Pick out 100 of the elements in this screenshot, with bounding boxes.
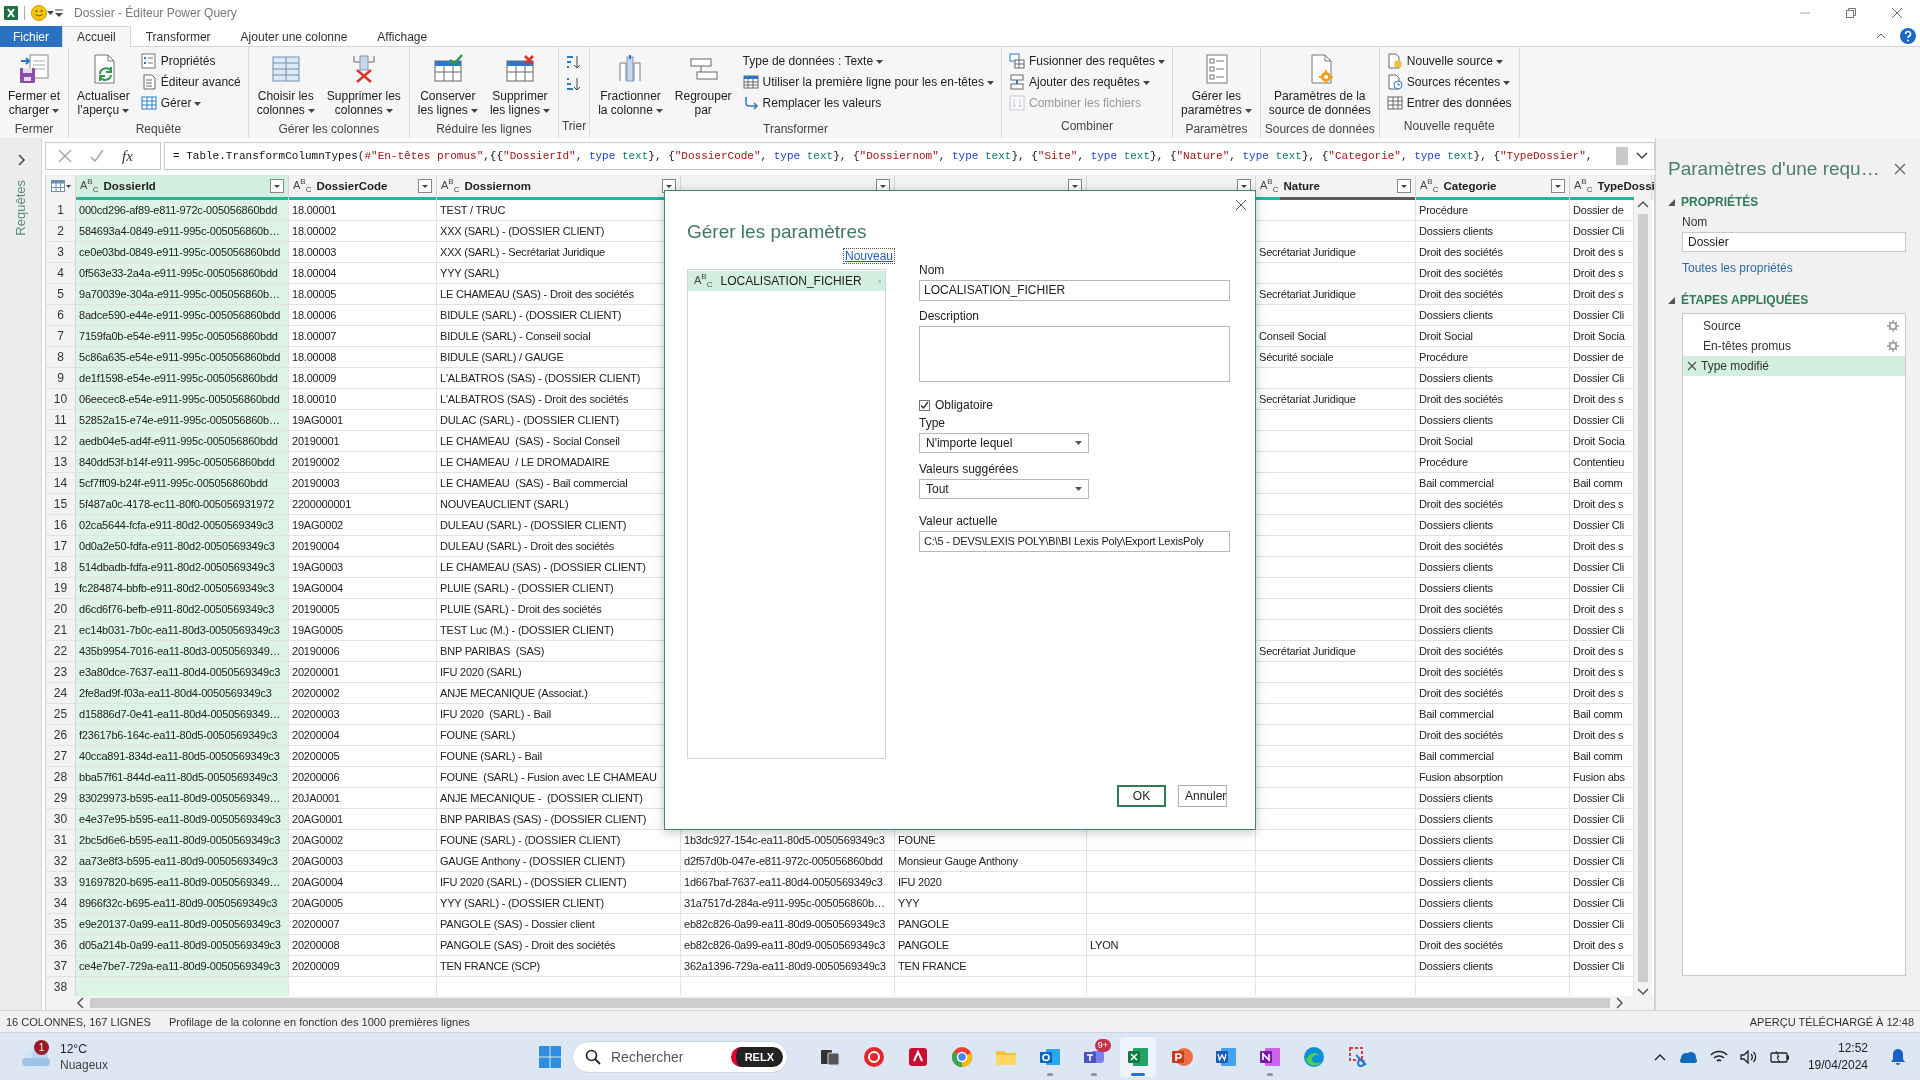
applied-step[interactable]: En-têtes promus (1683, 336, 1905, 356)
expand-icon[interactable] (1636, 152, 1648, 160)
ribbon-button[interactable]: Supprimer les lignes (484, 50, 555, 120)
dropdown[interactable]: Tout (919, 479, 1089, 499)
help-icon[interactable] (1900, 28, 1916, 44)
ok-button[interactable]: OK (1117, 785, 1166, 807)
ribbon-button[interactable]: Éditeur avancé (136, 72, 245, 92)
ribbon-tab[interactable]: Transformer (130, 26, 226, 47)
ribbon-button[interactable]: Nouvelle source (1382, 51, 1516, 71)
table-cell: eb82c826-0a99-ea11-80d9-0050569349c3 (681, 935, 895, 956)
scroll-up-icon[interactable] (1637, 200, 1649, 208)
insert-function-button[interactable]: fx (122, 147, 133, 165)
expanded-icon[interactable] (1668, 296, 1675, 304)
column-header[interactable]: A$^{B}$$_{C}$ DossierId (76, 175, 288, 197)
chevron-icon[interactable] (15, 154, 26, 166)
ribbon-tab[interactable]: Fichier (0, 26, 62, 47)
scrollbar-thumb[interactable] (1638, 214, 1648, 982)
table-cell: 20200006 (289, 767, 437, 788)
taskbar-app-button[interactable] (1120, 1037, 1156, 1077)
ribbon-button[interactable]: Utiliser la première ligne pour les en-têtes (738, 72, 998, 92)
scrollbar-thumb[interactable] (1616, 147, 1628, 165)
scroll-left-icon[interactable] (76, 997, 84, 1009)
scrollbar-thumb[interactable] (90, 998, 1610, 1008)
ribbon-button[interactable]: Propriétés (136, 51, 245, 71)
taskbar-app-button[interactable]: 9+ (1076, 1037, 1112, 1077)
ribbon-button[interactable]: Regrouper par (669, 50, 737, 120)
weather-condition[interactable]: Nuageux (60, 1057, 109, 1073)
ribbon-button[interactable]: Sources récentes (1382, 72, 1516, 92)
ribbon-tab[interactable]: Ajouter une colonne (225, 26, 363, 47)
table-cell: Procédure (1416, 452, 1570, 473)
table-cell: 5cf7ff09-b24f-e911-995c-005056860bdd (76, 473, 289, 494)
applied-step[interactable]: Source (1683, 316, 1905, 336)
dropdown[interactable]: N'importe lequel (919, 433, 1089, 453)
customize-toolbar-icon[interactable] (54, 8, 64, 18)
input-field[interactable]: Dossier (1682, 232, 1906, 252)
filter-dropdown-icon[interactable] (270, 179, 284, 193)
check-icon[interactable] (90, 149, 104, 163)
cancel-button[interactable]: Annuler (1178, 785, 1227, 807)
notification-bell-icon[interactable] (1890, 1048, 1906, 1066)
formula-text[interactable]: = Table.TransformColumnTypes(#"En-têtes promus",{{"DossierId", type text}, {"DossierCode", type text}, {"Dossiernom", type text}, {"Site", type text}, {"Nature", type text}, {"Categorie", type text}, {"TypeDossier", (173, 150, 1616, 162)
expanded-icon[interactable] (1668, 198, 1675, 206)
close-icon[interactable] (1235, 199, 1247, 211)
battery-icon[interactable] (1769, 1050, 1790, 1064)
ribbon-button[interactable]: Actualiser l'aperçu (72, 50, 135, 120)
restore-icon[interactable] (1846, 8, 1856, 18)
all-properties-link[interactable]: Toutes les propriétés (1682, 261, 1906, 275)
ribbon-group-label: Fermer (13, 121, 55, 138)
ribbon-button[interactable]: Remplacer les valeurs (738, 93, 998, 113)
start-icon[interactable] (538, 1045, 562, 1069)
ribbon-button[interactable]: Fractionner la colonne (593, 50, 668, 120)
cloud-icon[interactable] (1677, 1050, 1698, 1064)
section-heading[interactable]: ÉTAPES APPLIQUÉES (1681, 293, 1809, 307)
caret-icon (52, 108, 60, 113)
close-icon[interactable] (1892, 8, 1902, 18)
clock-date[interactable]: 19/04/2024 (1807, 1057, 1868, 1074)
volume-icon[interactable] (1739, 1050, 1758, 1064)
applied-step[interactable]: Type modifié (1683, 356, 1905, 376)
gear-icon[interactable] (1887, 340, 1899, 352)
ribbon-button[interactable]: Choisir les colonnes (251, 50, 320, 120)
input-field[interactable]: LOCALISATION_FICHIER (919, 280, 1230, 301)
collapse-ribbon-icon[interactable] (1876, 33, 1886, 39)
section-heading[interactable]: PROPRIÉTÉS (1681, 195, 1759, 209)
scroll-right-icon[interactable] (1616, 997, 1624, 1009)
ribbon-button[interactable]: Gérer (136, 93, 245, 113)
table-cell: 5c86a635-e54e-e911-995c-005056860bdd (76, 347, 289, 368)
scroll-down-icon[interactable] (1637, 988, 1649, 996)
formula-field[interactable] (164, 142, 1655, 170)
ribbon-button[interactable]: Gérer les paramètres (1176, 50, 1257, 120)
ribbon-button[interactable]: Fusionner des requêtes (1005, 51, 1170, 71)
show-hidden-icons-icon[interactable] (1653, 1053, 1666, 1061)
clock-time[interactable]: 12:52 (1837, 1040, 1868, 1057)
search-field[interactable]: Rechercher RELX (572, 1041, 788, 1073)
smiley-icon[interactable] (31, 5, 47, 21)
filter-dropdown-icon[interactable] (1551, 179, 1565, 193)
input-field[interactable]: C:\5 - DEVS\LEXIS POLY\BI\BI Lexis Poly\Export LexisPoly (919, 531, 1230, 552)
table-menu-icon[interactable] (50, 180, 71, 192)
parameter-item[interactable]: A$^{B}$$_{C}$ LOCALISATION_FICHIER (688, 271, 885, 291)
new-link[interactable]: Nouveau (844, 249, 895, 263)
wifi-icon[interactable] (1709, 1050, 1728, 1064)
gear-icon[interactable] (1887, 320, 1899, 332)
ribbon-button[interactable]: Ajouter des requêtes (1005, 72, 1170, 92)
checkbox[interactable] (919, 399, 930, 411)
search-highlight[interactable]: RELX (730, 1047, 783, 1067)
ribbon-button[interactable]: Type de données : Texte (738, 51, 998, 71)
ribbon-button[interactable]: Supprimer les colonnes (321, 50, 406, 120)
ribbon-button[interactable]: Paramètres de la source de données (1263, 50, 1376, 120)
filter-dropdown-icon[interactable] (1397, 179, 1411, 193)
ribbon-button[interactable]: Fermer et charger (3, 50, 65, 120)
ribbon-tab[interactable]: Accueil (62, 26, 131, 47)
close-icon[interactable] (1894, 163, 1906, 175)
filter-dropdown-icon[interactable] (418, 179, 432, 193)
ribbon-button[interactable]: Entrer des données (1382, 93, 1516, 113)
delete-icon[interactable] (1687, 361, 1697, 371)
checkbox-label[interactable]: Obligatoire (935, 398, 994, 412)
table-icon (1386, 95, 1403, 111)
temperature[interactable]: 12°C (60, 1041, 109, 1057)
table-cell: Droit des sociétés (1416, 599, 1570, 620)
ribbon-tab[interactable]: Affichage (362, 26, 443, 47)
ribbon-button[interactable]: Conserver les lignes (412, 50, 483, 120)
spreadsheet-icon[interactable] (4, 6, 18, 20)
